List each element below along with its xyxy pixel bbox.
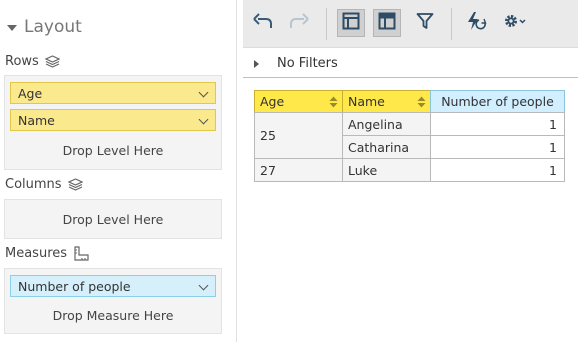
compact-layout-button[interactable] [337,9,365,37]
compact-layout-icon [342,12,360,34]
row-member-name[interactable]: Luke [342,158,431,182]
measure-label: Number of people [18,278,131,294]
filters-label: No Filters [277,56,338,71]
layout-panel: Layout Rows Age Name Drop Level Here Col… [0,0,237,342]
redo-icon [289,12,309,34]
cell-text: 1 [549,139,557,155]
pivot-grid: Age Name Number of people 25 Angelina 1 … [254,90,565,184]
undo-icon [253,12,273,34]
layout-collapse-toggle[interactable]: Layout [7,14,82,40]
measures-section-label: Measures [5,244,89,262]
cell-text: Luke [348,162,378,178]
header-label: Age [260,94,285,109]
header-label: Name [348,94,385,109]
cell-text: 1 [549,116,557,132]
columns-drop-zone[interactable]: Drop Level Here [4,199,222,239]
measures-drop-zone[interactable]: Number of people Drop Measure Here [4,268,222,334]
undo-button[interactable] [249,9,277,37]
chevron-down-icon[interactable] [198,280,209,291]
cell-text: Catharina [348,139,410,155]
cell-text: 25 [260,128,276,143]
row-level-age[interactable]: Age [10,82,216,104]
layers-icon [67,177,83,191]
row-member-age[interactable]: 25 [254,112,343,159]
measure-number-of-people[interactable]: Number of people [10,275,216,297]
row-level-label: Name [18,112,55,128]
refresh-button[interactable] [462,9,490,37]
value-cell[interactable]: 1 [430,135,565,159]
columns-drop-text: Drop Level Here [62,212,164,227]
cell-text: 1 [549,162,557,178]
expand-triangle-icon[interactable] [254,59,259,68]
ruler-icon [73,245,89,261]
chevron-down-icon[interactable] [198,87,209,98]
rows-label: Rows [5,53,39,69]
tabular-layout-icon [378,12,396,34]
layers-icon [44,54,60,68]
caret-down-icon [7,25,17,31]
filter-icon [416,12,434,34]
row-member-age[interactable]: 27 [254,158,343,182]
header-label: Number of people [441,94,554,109]
chevron-down-icon[interactable] [198,114,209,125]
gear-icon [502,12,528,34]
measures-label: Measures [5,245,68,261]
cell-text: Angelina [348,116,403,132]
filter-button[interactable] [411,9,439,37]
sort-icon[interactable] [329,96,338,111]
lightning-refresh-icon [465,11,487,35]
row-header-age[interactable]: Age [254,90,343,113]
columns-section-label: Columns [5,175,83,193]
filter-bar[interactable]: No Filters [243,50,578,78]
toolbar [243,0,578,48]
measure-header[interactable]: Number of people [430,90,565,113]
layout-title: Layout [24,17,82,37]
row-level-label: Age [18,85,43,101]
rows-drop-text: Drop Level Here [62,143,164,158]
tabular-layout-button[interactable] [373,9,401,37]
rows-section-label: Rows [5,52,60,70]
cell-text: 27 [260,162,276,178]
row-header-name[interactable]: Name [342,90,431,113]
sort-icon[interactable] [417,96,426,111]
redo-button[interactable] [285,9,313,37]
columns-label: Columns [5,176,62,192]
value-cell[interactable]: 1 [430,158,565,182]
row-member-name[interactable]: Angelina [342,112,431,136]
toolbar-separator [451,8,452,40]
rows-drop-zone[interactable]: Age Name Drop Level Here [4,75,222,170]
row-member-name[interactable]: Catharina [342,135,431,159]
value-cell[interactable]: 1 [430,112,565,136]
settings-button[interactable] [499,9,531,37]
toolbar-separator [326,8,327,40]
row-level-name[interactable]: Name [10,109,216,131]
measures-drop-text: Drop Measure Here [52,308,174,323]
